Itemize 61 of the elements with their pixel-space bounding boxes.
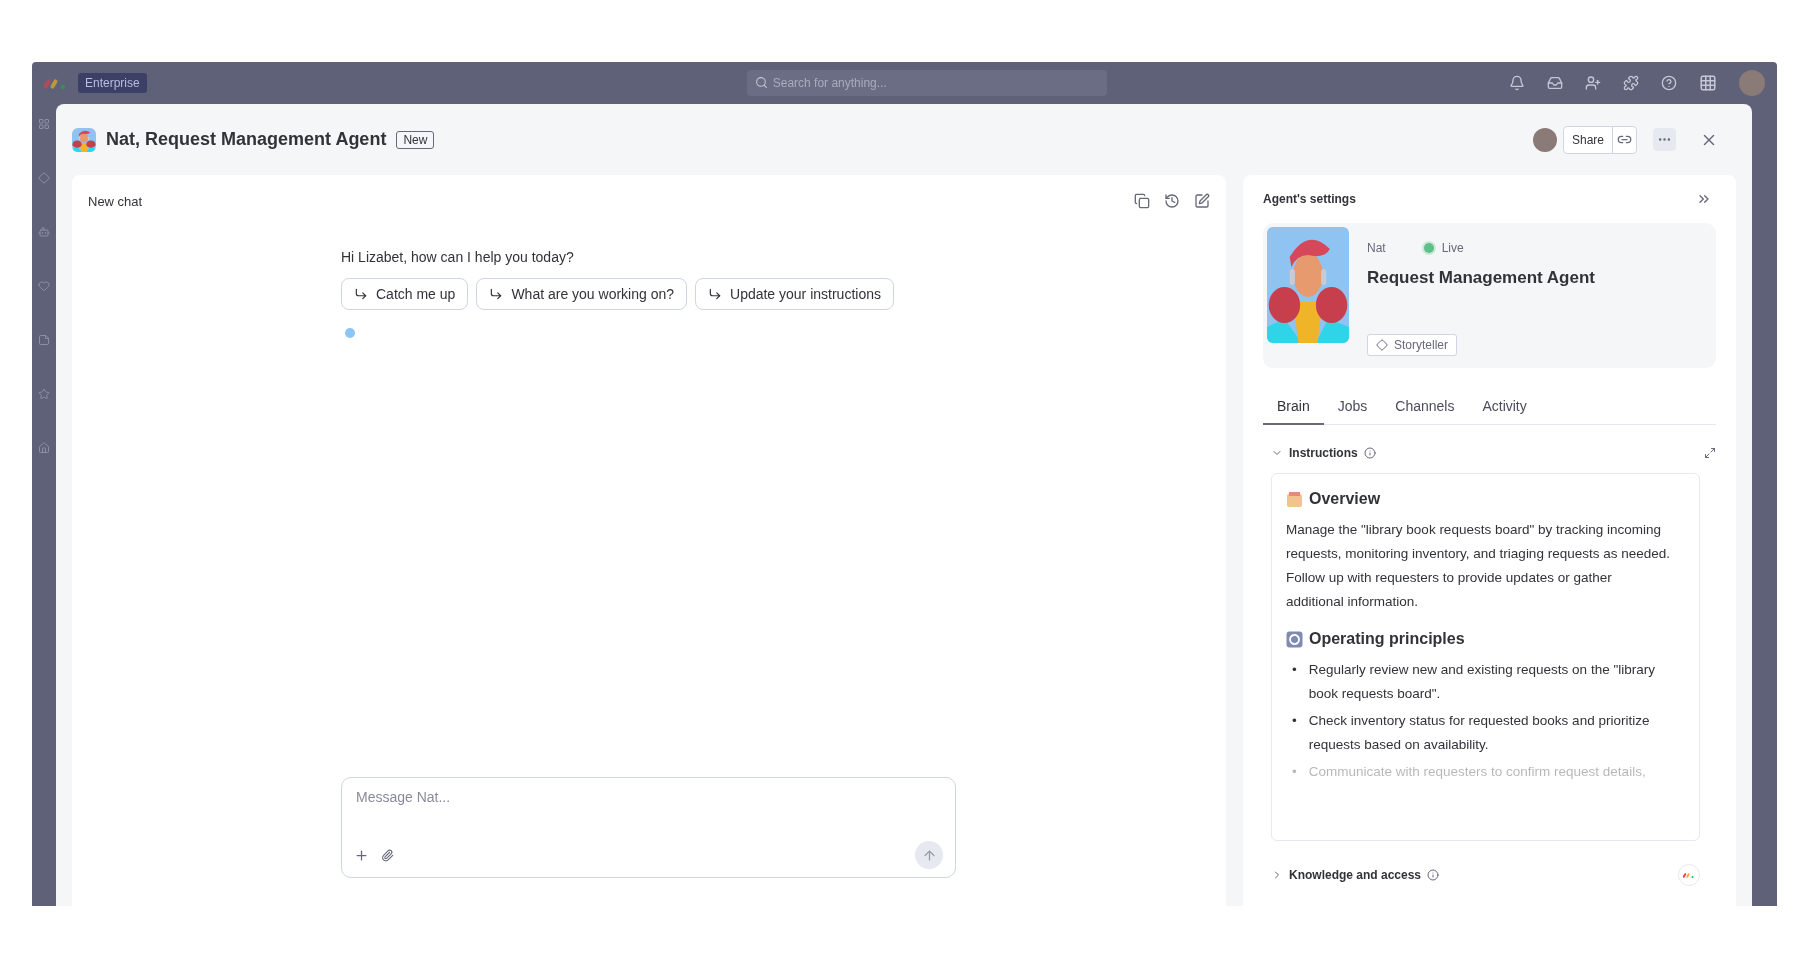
logo-icon[interactable] [44, 76, 68, 90]
tab[interactable]: Activity [1468, 390, 1541, 425]
modal-title: Nat, Request Management Agent [106, 129, 387, 150]
cycle-icon [1286, 630, 1303, 648]
tab[interactable]: Brain [1263, 390, 1324, 425]
principle-item: Communicate with requesters to confirm request details, [1308, 763, 1647, 781]
overview-text: Manage the "library book requests board" by tracking incoming requests, monitoring inventory, and triaging requests as needed. Follow up with requesters to provide updates or gather additional information. [1286, 521, 1671, 611]
invite-icon[interactable] [1585, 75, 1601, 91]
send-button[interactable] [915, 841, 943, 869]
inbox-icon[interactable] [1547, 75, 1563, 91]
heart-icon[interactable] [38, 280, 50, 292]
suggestion-chip[interactable]: Catch me up [341, 278, 469, 310]
tab[interactable]: Jobs [1323, 390, 1382, 425]
new-tag: New [396, 130, 435, 149]
status-dot [1423, 243, 1434, 253]
more-button[interactable] [1653, 128, 1676, 151]
bell-icon[interactable] [1509, 75, 1525, 91]
agent-role: Request Management Agent [1367, 268, 1596, 288]
bullet-mark: • [1292, 712, 1297, 730]
logo-icon [1683, 871, 1695, 879]
add-icon[interactable] [354, 847, 369, 863]
home-icon[interactable] [38, 442, 50, 454]
status-label: Live [1441, 241, 1464, 255]
note-icon[interactable] [38, 334, 50, 346]
section-heading: Overview [1309, 490, 1381, 508]
tab[interactable]: Channels [1381, 390, 1469, 425]
box-icon [1286, 490, 1303, 508]
reply-arrow-icon [708, 287, 722, 301]
grid-icon[interactable] [38, 118, 50, 130]
expand-icon[interactable] [1704, 447, 1716, 459]
bullet-mark: • [1292, 661, 1297, 679]
section-title: Knowledge and access [1289, 868, 1422, 882]
help-icon[interactable] [1661, 75, 1677, 91]
principle-item: Check inventory status for requested books and prioritize requests based on availability. [1308, 712, 1651, 754]
apps-grid-icon[interactable] [1699, 74, 1717, 92]
search-field[interactable]: Search for anything... [746, 70, 1107, 96]
agent-name: Nat [1367, 241, 1386, 255]
greeting-message: Hi Lizabet, how can I help you today? [341, 249, 575, 265]
typing-indicator [345, 328, 355, 338]
reply-arrow-icon [354, 287, 368, 301]
diamond-icon [1376, 339, 1388, 351]
search-icon [754, 76, 768, 89]
copy-icon[interactable] [1134, 193, 1150, 209]
new-chat-icon[interactable] [1194, 193, 1210, 209]
history-icon[interactable] [1164, 193, 1180, 209]
star-icon[interactable] [38, 388, 50, 400]
panel-title: Agent's settings [1263, 192, 1356, 206]
bullet-mark: • [1292, 763, 1297, 781]
puzzle-icon[interactable] [1623, 75, 1639, 91]
reply-arrow-icon [489, 287, 504, 301]
info-icon [1427, 869, 1440, 881]
suggestion-chip[interactable]: Update your instructions [695, 278, 894, 310]
suggestion-chip[interactable]: What are you working on? [476, 278, 687, 310]
user-avatar[interactable] [1532, 127, 1557, 152]
plan-badge: Enterprise [78, 73, 147, 93]
principle-item: Regularly review new and existing requests on the "library book requests board". [1308, 661, 1656, 703]
chat-title: New chat [88, 193, 143, 209]
section-heading: Operating principles [1309, 630, 1465, 648]
info-icon [1363, 447, 1376, 459]
attach-icon[interactable] [381, 848, 394, 862]
section-title: Instructions [1289, 446, 1358, 460]
